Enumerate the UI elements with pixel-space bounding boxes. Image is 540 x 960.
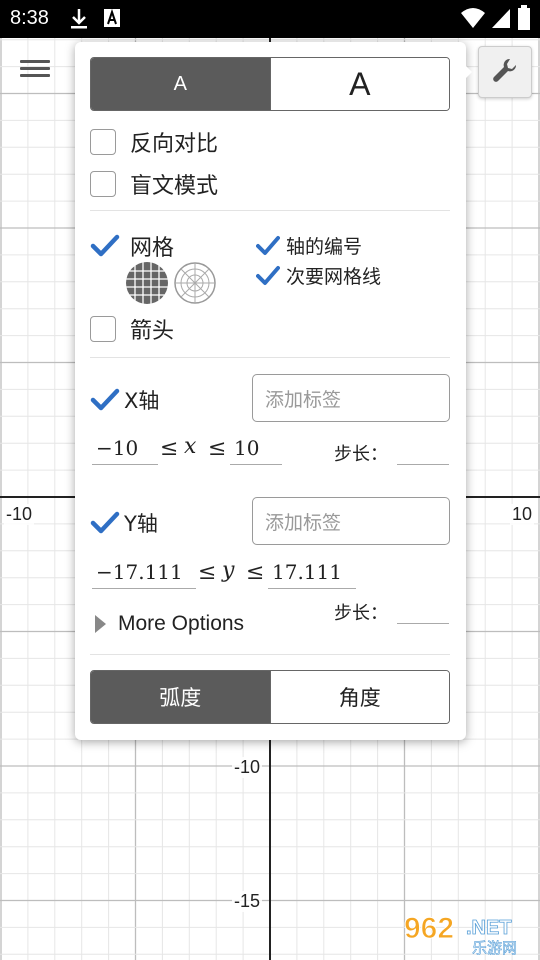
x-step-input[interactable] [397, 464, 449, 465]
y-axis-label-neg10: -10 [232, 757, 263, 778]
y-min-input[interactable]: −17.111 [92, 560, 196, 589]
panel-pointer [462, 62, 472, 82]
y-axis-label-input[interactable]: 添加标签 [252, 497, 450, 545]
x-max-input[interactable]: 10 [230, 436, 282, 465]
x-axis-row[interactable]: X轴 [90, 385, 159, 415]
hamburger-menu-icon[interactable] [20, 56, 50, 86]
font-size-large-option[interactable]: A [269, 58, 449, 110]
x-min-operator: ≤ [160, 436, 179, 461]
axis-numbers-label: 轴的编号 [286, 236, 363, 258]
y-max-operator: ≤ [246, 560, 265, 585]
checkmark-icon [256, 265, 280, 285]
more-options-toggle[interactable]: More Options [95, 612, 244, 636]
a-notification-icon [103, 7, 121, 33]
minor-gridlines-row[interactable]: 次要网格线 [256, 262, 381, 289]
polar-grid-icon[interactable] [173, 261, 217, 309]
x-axis-checkbox[interactable] [90, 387, 120, 413]
x-axis-label-input[interactable]: 添加标签 [252, 374, 450, 422]
x-axis-label-placeholder: 添加标签 [265, 388, 342, 411]
y-axis-row[interactable]: Y轴 [90, 508, 158, 538]
braille-mode-row[interactable]: 盲文模式 [90, 168, 218, 200]
minor-gridlines-checkbox[interactable] [256, 265, 280, 287]
axis-numbers-checkbox[interactable] [256, 235, 280, 257]
checkmark-icon [90, 234, 120, 257]
divider [90, 654, 450, 655]
x-axis-label-neg10: -10 [4, 504, 35, 525]
y-step-input[interactable] [397, 623, 449, 624]
y-axis-label-neg15: -15 [232, 891, 263, 912]
more-options-label: More Options [118, 612, 245, 635]
y-variable: y [222, 558, 235, 583]
x-variable: x [184, 434, 197, 459]
radians-option[interactable]: 弧度 [91, 671, 270, 723]
wrench-icon [491, 56, 519, 88]
arrows-label: 箭头 [130, 319, 175, 344]
x-min-input[interactable]: −10 [92, 436, 158, 465]
font-size-toggle: A A [90, 57, 450, 111]
cartesian-grid-icon[interactable] [125, 261, 169, 309]
svg-text:乐游网: 乐游网 [472, 939, 517, 956]
axis-numbers-row[interactable]: 轴的编号 [256, 232, 362, 259]
checkmark-icon [256, 235, 280, 255]
y-axis-label: Y轴 [124, 512, 158, 536]
reverse-contrast-label: 反向对比 [130, 132, 219, 157]
divider [90, 210, 450, 211]
y-step-label: 步长： [334, 603, 388, 624]
checkmark-icon [90, 388, 120, 411]
status-time: 8:38 [10, 7, 49, 29]
reverse-contrast-row[interactable]: 反向对比 [90, 126, 218, 158]
x-axis-label: X轴 [124, 389, 160, 413]
signal-icon [490, 6, 512, 34]
y-axis-checkbox[interactable] [90, 510, 120, 536]
status-bar: 8:38 [0, 0, 540, 38]
arrows-checkbox[interactable] [90, 316, 116, 342]
expand-triangle-icon [95, 615, 106, 633]
braille-mode-label: 盲文模式 [130, 174, 219, 199]
watermark-logo: 962 .NET 乐游网 [400, 908, 536, 958]
wifi-icon [460, 6, 486, 34]
y-max-input[interactable]: 17.111 [268, 560, 356, 589]
arrows-row[interactable]: 箭头 [90, 313, 174, 345]
reverse-contrast-checkbox[interactable] [90, 129, 116, 155]
graph-settings-button[interactable] [478, 46, 532, 98]
grid-checkbox[interactable] [90, 233, 120, 259]
x-max-operator: ≤ [208, 436, 227, 461]
y-axis-label-placeholder: 添加标签 [265, 511, 342, 534]
checkmark-icon [90, 511, 120, 534]
battery-icon [517, 5, 531, 35]
grid-row[interactable]: 网格 [90, 230, 174, 262]
minor-gridlines-label: 次要网格线 [286, 266, 382, 288]
download-icon [68, 7, 90, 35]
divider [90, 357, 450, 358]
degrees-option[interactable]: 角度 [269, 671, 449, 723]
x-axis-label-10: 10 [510, 504, 535, 525]
svg-text:962: 962 [404, 912, 454, 945]
angle-mode-toggle: 弧度 角度 [90, 670, 450, 724]
x-step-label: 步长： [334, 444, 388, 465]
svg-text:.NET: .NET [466, 917, 512, 939]
grid-label: 网格 [130, 236, 175, 261]
font-size-small-option[interactable]: A [91, 58, 270, 110]
braille-mode-checkbox[interactable] [90, 171, 116, 197]
y-min-operator: ≤ [198, 560, 217, 585]
